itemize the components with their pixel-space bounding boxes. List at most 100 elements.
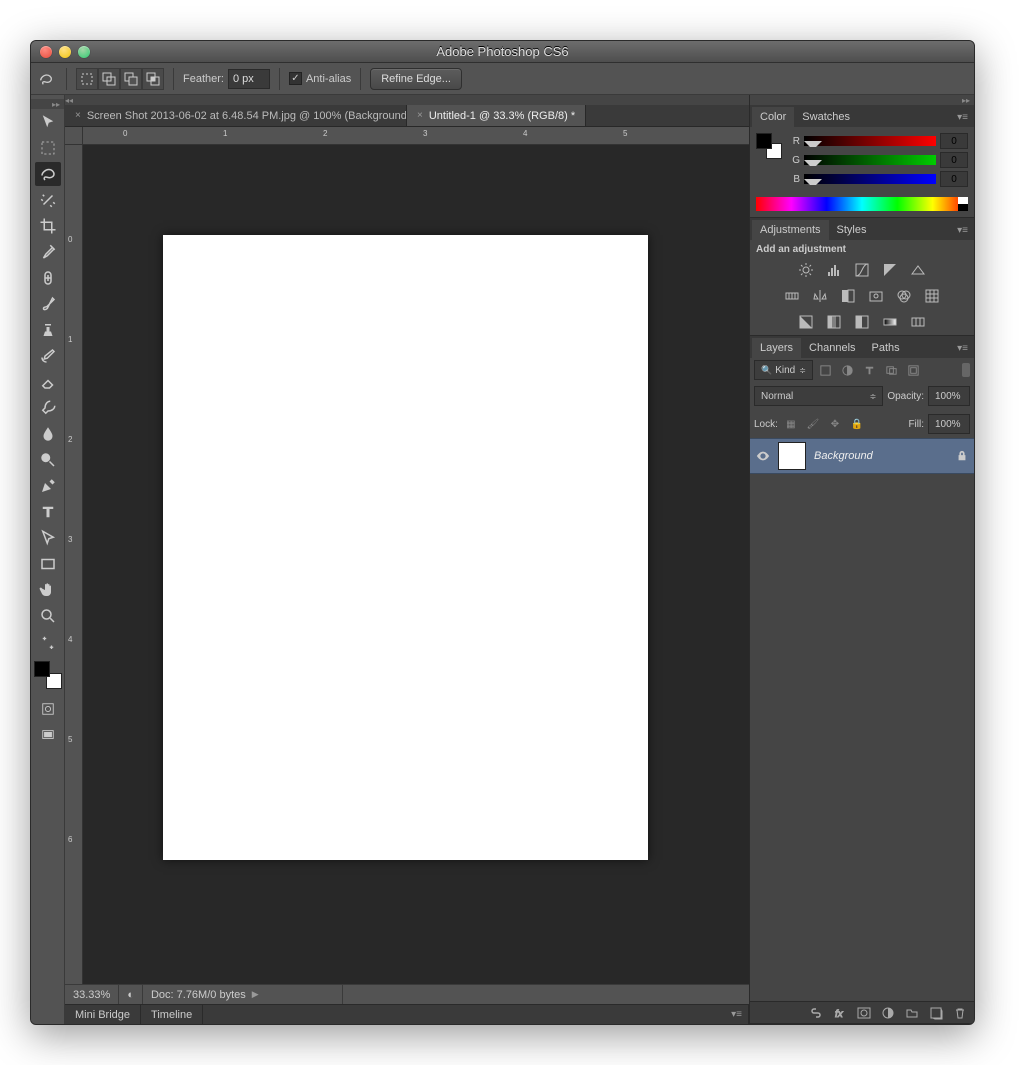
brightness-icon[interactable]: [796, 261, 816, 279]
invert-icon[interactable]: [796, 313, 816, 331]
panel-menu-icon[interactable]: ▾≡: [951, 221, 974, 240]
tab-mini-bridge[interactable]: Mini Bridge: [65, 1005, 141, 1024]
rectangle-tool[interactable]: [35, 552, 61, 576]
eyedropper-tool[interactable]: [35, 240, 61, 264]
lock-all-icon[interactable]: 🔒: [848, 415, 866, 433]
status-preview-icon[interactable]: ◐: [119, 985, 143, 1004]
color-swatches[interactable]: [34, 661, 62, 689]
g-input[interactable]: [940, 152, 968, 168]
document-tab[interactable]: ×Screen Shot 2013-06-02 at 6.48.54 PM.jp…: [65, 105, 407, 126]
g-slider[interactable]: [804, 155, 936, 165]
fill-input[interactable]: 100%: [928, 414, 970, 434]
curves-icon[interactable]: [852, 261, 872, 279]
tab-color[interactable]: Color: [752, 107, 794, 127]
path-selection-tool[interactable]: [35, 526, 61, 550]
hand-tool[interactable]: [35, 578, 61, 602]
layer-mask-icon[interactable]: [856, 1005, 872, 1021]
screen-mode-icon[interactable]: [35, 723, 61, 747]
blur-tool[interactable]: [35, 422, 61, 446]
r-slider[interactable]: [804, 136, 936, 146]
tab-paths[interactable]: Paths: [864, 338, 908, 358]
tab-timeline[interactable]: Timeline: [141, 1005, 203, 1024]
lock-transparency-icon[interactable]: ▦: [782, 415, 800, 433]
panel-menu-icon[interactable]: ▾≡: [951, 339, 974, 358]
tab-styles[interactable]: Styles: [829, 220, 875, 240]
filter-smart-icon[interactable]: [905, 361, 923, 379]
channel-mixer-icon[interactable]: [894, 287, 914, 305]
opacity-input[interactable]: 100%: [928, 386, 970, 406]
move-tool[interactable]: [35, 110, 61, 134]
marquee-tool[interactable]: [35, 136, 61, 160]
panel-swatches[interactable]: [756, 133, 782, 159]
clone-stamp-tool[interactable]: [35, 318, 61, 342]
vertical-ruler[interactable]: 0 1 2 3 4 5 6: [65, 145, 83, 984]
b-input[interactable]: [940, 171, 968, 187]
threshold-icon[interactable]: [852, 313, 872, 331]
link-layers-icon[interactable]: [808, 1005, 824, 1021]
tab-channels[interactable]: Channels: [801, 338, 863, 358]
zoom-level[interactable]: 33.33%: [65, 985, 119, 1004]
adjustment-layer-icon[interactable]: [880, 1005, 896, 1021]
horizontal-ruler[interactable]: 0 1 2 3 4 5: [83, 127, 749, 145]
foreground-color-swatch[interactable]: [34, 661, 50, 677]
filter-shape-icon[interactable]: [883, 361, 901, 379]
lock-position-icon[interactable]: ✥: [826, 415, 844, 433]
type-tool[interactable]: [35, 500, 61, 524]
b-slider[interactable]: [804, 174, 936, 184]
tab-adjustments[interactable]: Adjustments: [752, 220, 829, 240]
tools-collapse-icon[interactable]: ▸▸: [31, 99, 64, 109]
color-spectrum[interactable]: [756, 197, 968, 211]
close-icon[interactable]: ×: [417, 110, 423, 121]
new-selection-icon[interactable]: [76, 68, 98, 90]
layer-name[interactable]: Background: [814, 450, 873, 462]
layer-row[interactable]: Background: [750, 438, 974, 474]
layer-thumbnail[interactable]: [778, 442, 806, 470]
color-lookup-icon[interactable]: [922, 287, 942, 305]
dodge-tool[interactable]: [35, 448, 61, 472]
bw-icon[interactable]: [838, 287, 858, 305]
filter-type-icon[interactable]: [861, 361, 879, 379]
zoom-window-button[interactable]: [78, 46, 90, 58]
zoom-tool[interactable]: [35, 604, 61, 628]
antialias-checkbox[interactable]: ✓Anti-alias: [289, 72, 351, 85]
selective-color-icon[interactable]: [908, 313, 928, 331]
gradient-map-icon[interactable]: [880, 313, 900, 331]
history-brush-tool[interactable]: [35, 344, 61, 368]
group-icon[interactable]: [904, 1005, 920, 1021]
filter-kind-dropdown[interactable]: 🔍Kind≑: [754, 360, 813, 380]
panel-menu-icon[interactable]: ▾≡: [725, 1005, 749, 1024]
close-icon[interactable]: ×: [75, 110, 81, 121]
new-layer-icon[interactable]: [928, 1005, 944, 1021]
lasso-tool[interactable]: [35, 162, 61, 186]
photo-filter-icon[interactable]: [866, 287, 886, 305]
document-info[interactable]: Doc: 7.76M/0 bytes▶: [143, 985, 343, 1004]
gradient-tool[interactable]: [35, 396, 61, 420]
intersect-selection-icon[interactable]: [142, 68, 164, 90]
subtract-selection-icon[interactable]: [120, 68, 142, 90]
color-balance-icon[interactable]: [810, 287, 830, 305]
blend-mode-dropdown[interactable]: Normal≑: [754, 386, 883, 406]
doc-collapse-icon[interactable]: ◂◂: [65, 95, 749, 105]
document-tab[interactable]: ×Untitled-1 @ 33.3% (RGB/8) *: [407, 105, 586, 126]
filter-toggle[interactable]: [962, 363, 970, 377]
levels-icon[interactable]: [824, 261, 844, 279]
pen-tool[interactable]: [35, 474, 61, 498]
r-input[interactable]: [940, 133, 968, 149]
hue-icon[interactable]: [782, 287, 802, 305]
swap-colors-icon[interactable]: [35, 630, 61, 654]
magic-wand-tool[interactable]: [35, 188, 61, 212]
healing-brush-tool[interactable]: [35, 266, 61, 290]
minimize-window-button[interactable]: [59, 46, 71, 58]
crop-tool[interactable]: [35, 214, 61, 238]
lasso-tool-preset-icon[interactable]: [35, 68, 57, 90]
tab-layers[interactable]: Layers: [752, 338, 801, 358]
eraser-tool[interactable]: [35, 370, 61, 394]
vibrance-icon[interactable]: [908, 261, 928, 279]
feather-input[interactable]: [228, 69, 270, 89]
exposure-icon[interactable]: [880, 261, 900, 279]
panel-menu-icon[interactable]: ▾≡: [951, 108, 974, 127]
filter-adjust-icon[interactable]: [839, 361, 857, 379]
quick-mask-icon[interactable]: [35, 697, 61, 721]
visibility-icon[interactable]: [756, 449, 770, 463]
filter-pixel-icon[interactable]: [817, 361, 835, 379]
